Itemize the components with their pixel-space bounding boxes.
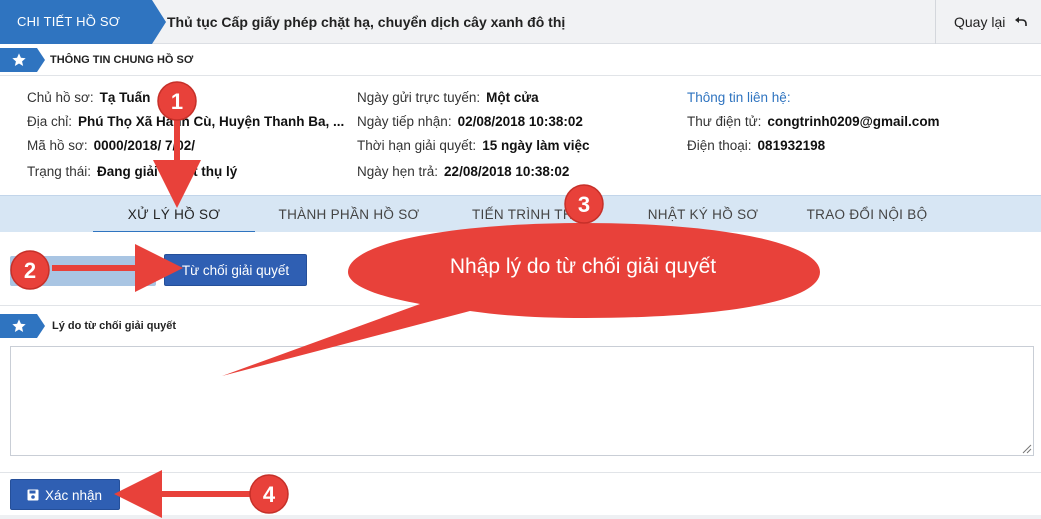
undo-icon — [1015, 17, 1027, 26]
back-label: Quay lại — [954, 14, 1006, 30]
confirm-label: Xác nhận — [45, 488, 103, 503]
reason-section-title: Lý do từ chối giải quyết — [52, 320, 177, 332]
tab-progress[interactable]: TIẾN TRÌNH TH — [456, 196, 586, 233]
owner-value: Tạ Tuấn — [99, 90, 151, 105]
appointment-row: Ngày hẹn trả: 22/08/2018 10:38:02 — [357, 160, 569, 184]
address-value: Phú Thọ Xã Hanh Cù, Huyện Thanh Ba, ... — [78, 114, 345, 129]
confirm-button[interactable]: Xác nhận — [10, 479, 120, 510]
reject-button[interactable]: Từ chối giải quyết — [164, 254, 307, 286]
top-header: CHI TIẾT HỒ SƠ Thủ tục Cấp giấy phép chặ… — [0, 0, 1041, 44]
address-label: Địa chỉ: — [27, 114, 73, 129]
tab-bar: XỬ LÝ HỒ SƠ THÀNH PHẦN HỒ SƠ TIẾN TRÌNH … — [0, 195, 1041, 233]
code-row: Mã hồ sơ: 0000/2018/ 7/02/ — [27, 134, 195, 158]
back-button[interactable]: Quay lại — [935, 0, 1041, 44]
section-marker — [0, 314, 45, 338]
owner-label: Chủ hồ sơ: — [27, 90, 94, 105]
received-label: Ngày tiếp nhận: — [357, 114, 452, 129]
owner-row: Chủ hồ sơ: Tạ Tuấn — [27, 86, 150, 110]
bottom-strip — [0, 515, 1041, 519]
code-value: 0000/2018/ 7/02/ — [93, 138, 195, 153]
footer-divider — [0, 472, 1041, 473]
phone-label: Điện thoại: — [687, 138, 752, 153]
tab-log[interactable]: NHẬT KÝ HỒ SƠ — [628, 196, 778, 233]
star-icon — [12, 53, 26, 66]
general-section-title: THÔNG TIN CHUNG HỒ SƠ — [50, 54, 194, 66]
tab-process[interactable]: XỬ LÝ HỒ SƠ — [93, 196, 255, 233]
address-row: Địa chỉ: Phú Thọ Xã Hanh Cù, Huyện Thanh … — [27, 110, 344, 134]
submit-value: Một cửa — [486, 90, 539, 105]
submit-label: Ngày gửi trực tuyến: — [357, 90, 481, 105]
deadline-label: Thời hạn giải quyết: — [357, 138, 477, 153]
tab-components[interactable]: THÀNH PHẦN HỒ SƠ — [268, 196, 430, 233]
phone-row: Điện thoại: 081932198 — [687, 134, 825, 158]
status-row: Trạng thái: Đang giải quyết thụ lý — [27, 160, 237, 184]
tab-internal-exchange[interactable]: TRAO ĐỔI NỘI BỘ — [796, 196, 938, 233]
badge-4-label: 4 — [263, 482, 276, 507]
resize-grip-icon[interactable] — [1022, 444, 1032, 454]
deadline-row: Thời hạn giải quyết: 15 ngày làm việc — [357, 134, 590, 158]
star-icon — [12, 319, 26, 332]
detail-tag: CHI TIẾT HỒ SƠ — [0, 0, 166, 44]
received-row: Ngày tiếp nhận: 02/08/2018 10:38:02 — [357, 110, 583, 134]
email-label: Thư điện tử: — [687, 114, 762, 129]
submit-row: Ngày gửi trực tuyến: Một cửa — [357, 86, 539, 110]
appointment-label: Ngày hẹn trả: — [357, 164, 439, 179]
page-title: Thủ tục Cấp giấy phép chặt hạ, chuyển dị… — [167, 14, 566, 30]
status-value: Đang giải quyết thụ lý — [97, 164, 238, 179]
general-section-header: THÔNG TIN CHUNG HỒ SƠ — [0, 44, 1041, 76]
code-label: Mã hồ sơ: — [27, 138, 88, 153]
bubble-text: Nhập lý do từ chối giải quyết — [449, 255, 717, 278]
badge-4: 4 — [249, 474, 289, 514]
section-marker — [0, 48, 45, 72]
reason-textarea[interactable] — [10, 346, 1034, 456]
email-row: Thư điện tử: congtrinh0209@gmail.com — [687, 110, 940, 134]
appointment-value: 22/08/2018 10:38:02 — [444, 164, 570, 179]
deadline-value: 15 ngày làm việc — [482, 138, 590, 153]
hidden-action-button[interactable] — [10, 256, 156, 286]
phone-value: 081932198 — [757, 138, 826, 153]
received-value: 02/08/2018 10:38:02 — [457, 114, 583, 129]
save-icon — [27, 489, 39, 501]
reason-section-header: Lý do từ chối giải quyết — [0, 310, 1041, 342]
contact-title: Thông tin liên hệ: — [687, 90, 791, 105]
status-label: Trạng thái: — [27, 164, 92, 179]
email-value: congtrinh0209@gmail.com — [767, 114, 940, 129]
